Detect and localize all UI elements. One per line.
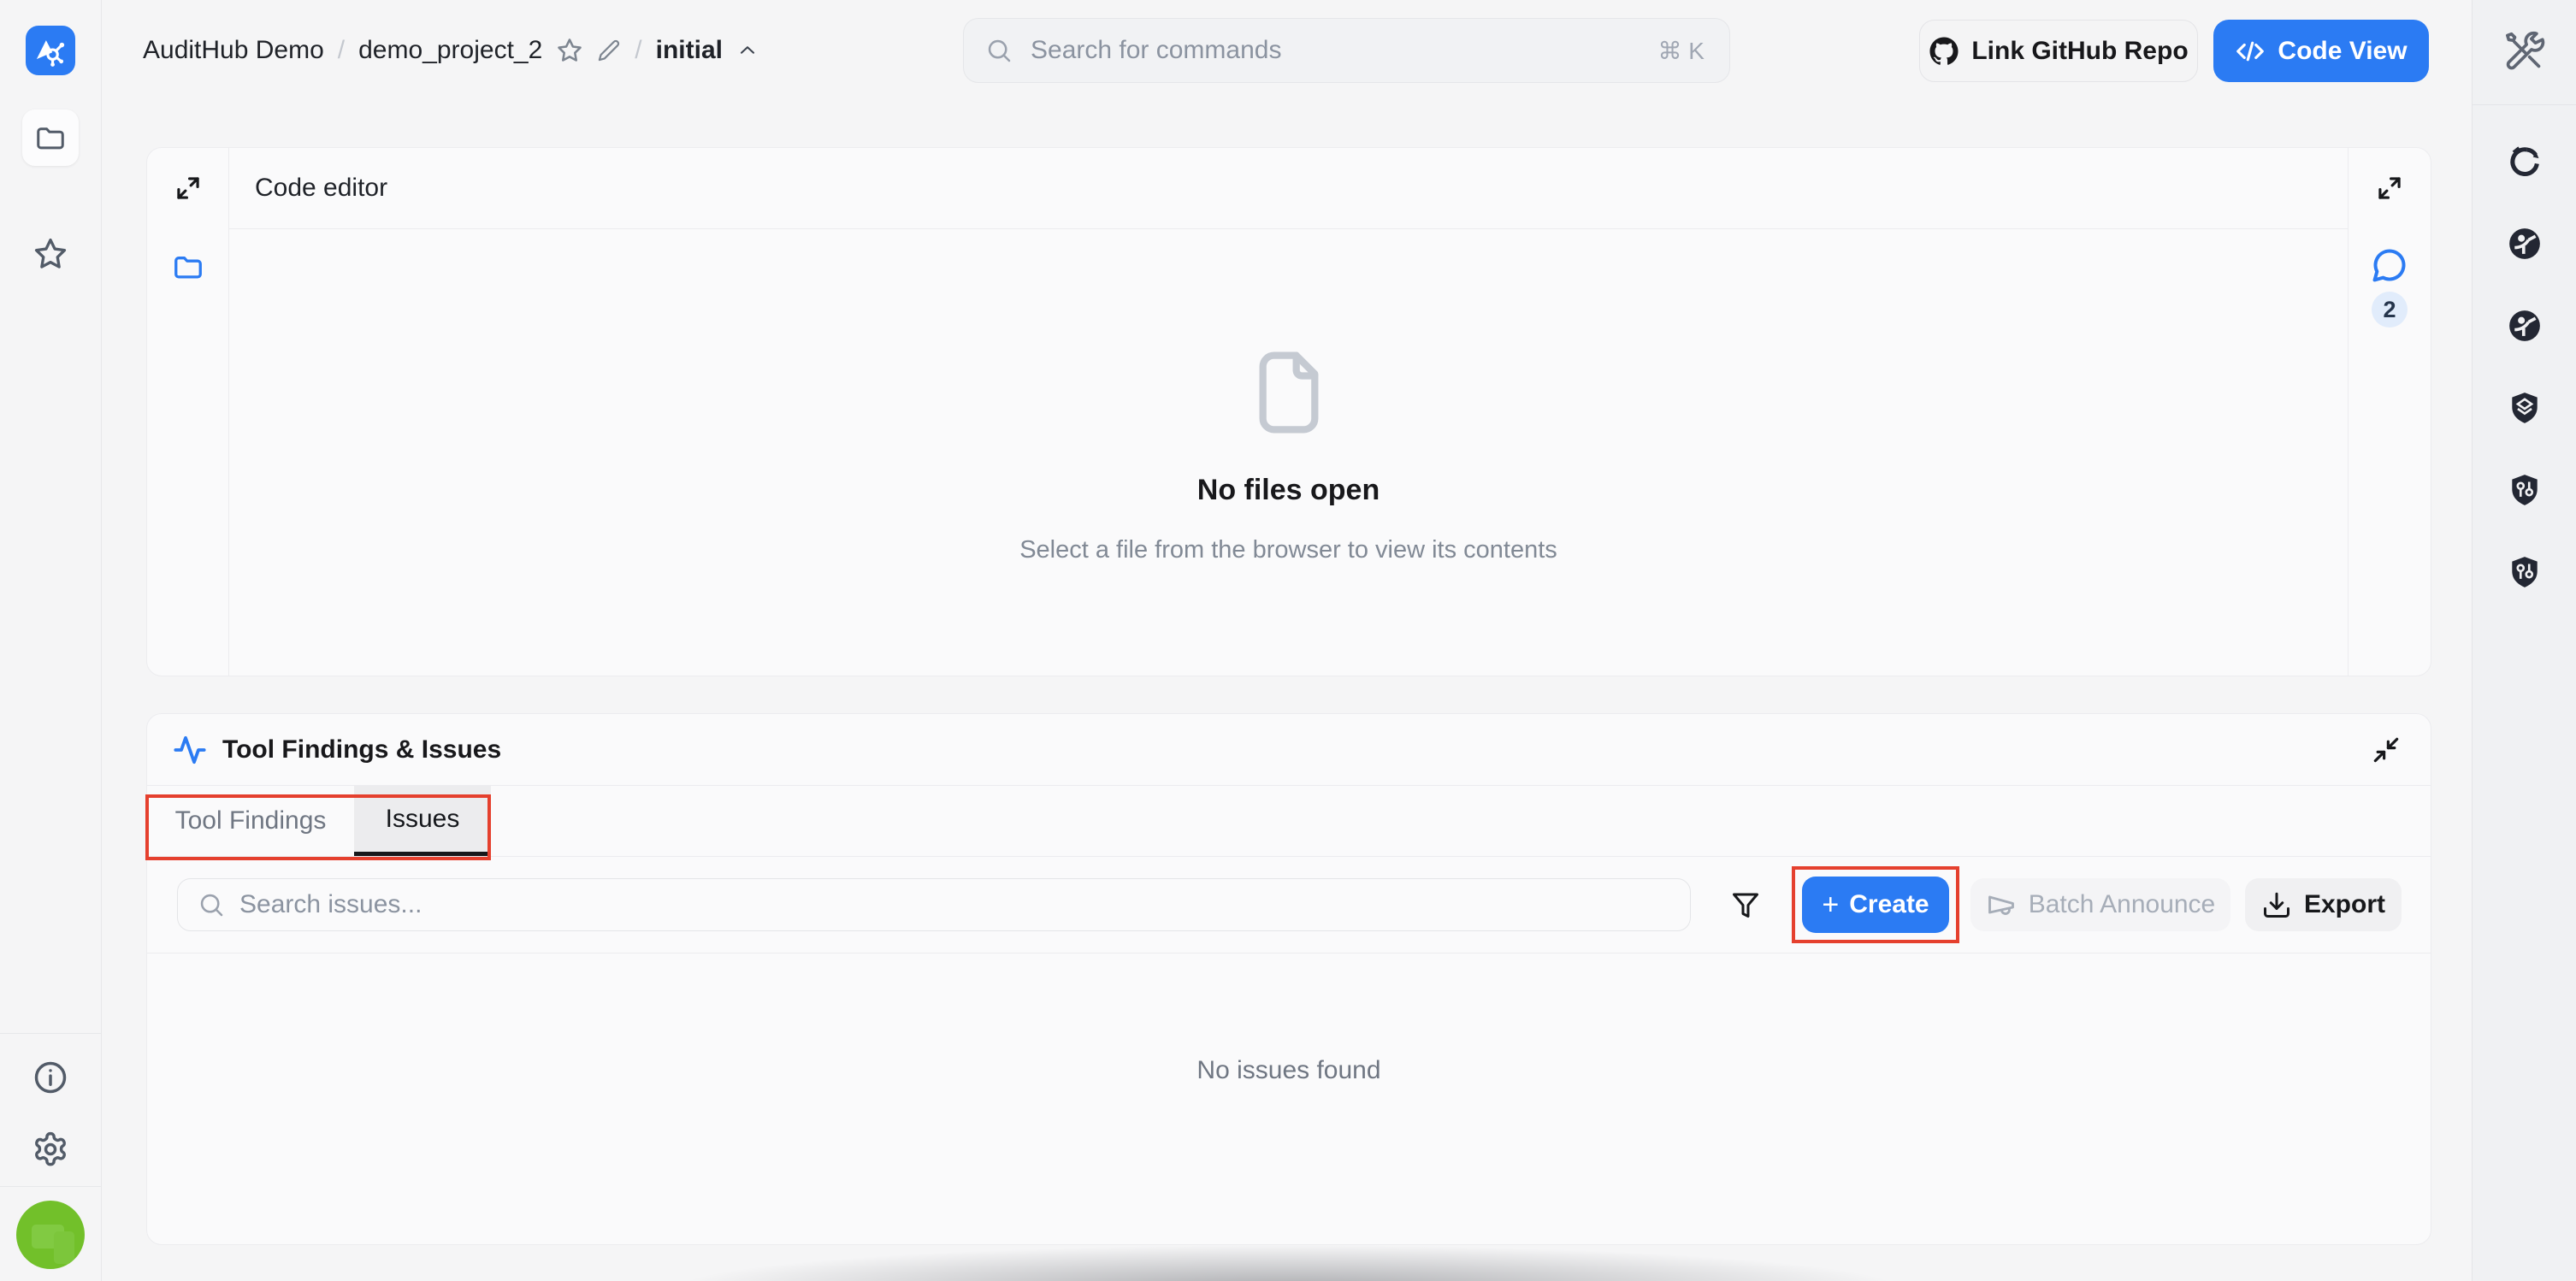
activity-pulse-icon xyxy=(173,733,207,767)
findings-tabs: Tool Findings Issues xyxy=(147,786,2431,857)
comments-count-badge: 2 xyxy=(2372,292,2408,328)
tool-logo-shield-nodes-2[interactable] xyxy=(2507,554,2543,590)
issues-toolbar: + Create Batch Announce Export xyxy=(147,857,2431,953)
file-browser-button[interactable] xyxy=(169,248,207,286)
sidebar-divider xyxy=(0,1186,102,1187)
info-icon xyxy=(32,1059,69,1096)
plus-icon: + xyxy=(1822,890,1839,919)
settings-button[interactable] xyxy=(22,1121,79,1178)
breadcrumb: AuditHub Demo / demo_project_2 / initial xyxy=(143,0,759,101)
edit-pencil-icon[interactable] xyxy=(597,38,621,62)
user-avatar[interactable] xyxy=(16,1201,85,1269)
link-github-button[interactable]: Link GitHub Repo xyxy=(1919,20,2198,82)
search-icon xyxy=(198,891,225,918)
chevron-up-icon[interactable] xyxy=(736,39,759,62)
folder-icon xyxy=(172,251,204,283)
issues-search-input[interactable] xyxy=(177,878,1691,931)
info-button[interactable] xyxy=(22,1049,79,1106)
findings-panel-title: Tool Findings & Issues xyxy=(222,735,501,764)
tab-issues-label: Issues xyxy=(386,805,460,834)
create-issue-label: Create xyxy=(1849,890,1929,919)
breadcrumb-separator: / xyxy=(635,36,641,65)
link-github-label: Link GitHub Repo xyxy=(1971,37,2188,66)
create-issue-button[interactable]: + Create xyxy=(1802,877,1949,933)
editor-left-strip xyxy=(147,148,229,676)
right-tool-rail xyxy=(2472,0,2576,1281)
comments-button[interactable] xyxy=(2371,246,2408,284)
export-label: Export xyxy=(2304,890,2385,919)
code-editor-panel: Code editor No files open Select a file … xyxy=(146,147,2431,676)
folder-icon xyxy=(34,121,67,154)
shortcut-hint: ⌘ K xyxy=(1658,18,1705,83)
code-icon xyxy=(2235,36,2266,67)
batch-announce-label: Batch Announce xyxy=(2029,890,2216,919)
breadcrumb-org[interactable]: AuditHub Demo xyxy=(143,36,324,65)
favorite-star-icon[interactable] xyxy=(556,37,583,64)
audithub-logo-icon xyxy=(32,32,69,69)
app-logo[interactable] xyxy=(26,26,75,75)
star-icon xyxy=(32,236,68,272)
filter-funnel-icon xyxy=(1730,889,1761,920)
empty-state-title: No files open xyxy=(1197,474,1380,507)
expand-panel-button[interactable] xyxy=(169,169,207,207)
download-icon xyxy=(2261,889,2292,920)
sidebar-item-files[interactable] xyxy=(22,109,79,166)
bottom-edge-shadow xyxy=(513,1240,2063,1281)
command-search: ⌘ K xyxy=(963,18,1730,83)
megaphone-icon xyxy=(1986,889,2017,920)
wrench-screwdriver-icon xyxy=(2502,30,2547,74)
code-view-button[interactable]: Code View xyxy=(2213,20,2429,82)
editor-panel-header: Code editor xyxy=(229,148,2348,229)
tools-button[interactable] xyxy=(2473,0,2576,105)
batch-announce-button[interactable]: Batch Announce xyxy=(1970,878,2230,931)
expand-icon xyxy=(172,172,204,204)
breadcrumb-project[interactable]: demo_project_2 xyxy=(358,36,542,65)
search-icon xyxy=(985,37,1013,64)
tool-logo-cat-refresh[interactable] xyxy=(2507,144,2543,180)
editor-right-strip: 2 xyxy=(2348,148,2431,676)
tool-logo-shield-nodes-1[interactable] xyxy=(2507,472,2543,508)
left-sidebar xyxy=(0,0,102,1281)
findings-issues-panel: Tool Findings & Issues Tool Findings Iss… xyxy=(146,713,2431,1245)
tool-logo-shield-diamond[interactable] xyxy=(2507,390,2543,426)
top-bar: AuditHub Demo / demo_project_2 / initial xyxy=(102,0,2472,101)
code-view-label: Code View xyxy=(2278,37,2407,66)
expand-icon xyxy=(2373,172,2406,204)
file-icon xyxy=(1244,340,1333,445)
tool-logo-person-circle-1[interactable] xyxy=(2507,226,2543,262)
issues-search xyxy=(177,878,1691,931)
tab-tool-findings-label: Tool Findings xyxy=(175,806,327,835)
tab-issues[interactable]: Issues xyxy=(354,786,491,856)
breadcrumb-branch[interactable]: initial xyxy=(656,36,723,65)
filter-button[interactable] xyxy=(1727,886,1764,924)
editor-panel-title: Code editor xyxy=(255,174,387,203)
issues-empty-state: No issues found xyxy=(147,953,2431,1244)
expand-panel-button[interactable] xyxy=(2371,169,2408,207)
sidebar-item-favorites[interactable] xyxy=(22,226,79,282)
tab-tool-findings[interactable]: Tool Findings xyxy=(147,786,354,856)
tool-logo-person-circle-2[interactable] xyxy=(2507,308,2543,344)
export-button[interactable]: Export xyxy=(2245,878,2402,931)
editor-empty-state: No files open Select a file from the bro… xyxy=(229,229,2348,676)
findings-panel-header: Tool Findings & Issues xyxy=(147,714,2431,786)
app-window: AuditHub Demo / demo_project_2 / initial xyxy=(0,0,2576,1281)
gear-icon xyxy=(32,1130,69,1168)
collapse-icon xyxy=(2370,734,2402,766)
chat-bubble-icon xyxy=(2371,246,2408,284)
collapse-panel-button[interactable] xyxy=(2367,731,2405,769)
empty-state-subtitle: Select a file from the browser to view i… xyxy=(1019,536,1557,564)
issues-empty-text: No issues found xyxy=(1196,1056,1380,1085)
command-search-input[interactable] xyxy=(963,18,1730,83)
breadcrumb-separator: / xyxy=(338,36,345,65)
github-icon xyxy=(1929,36,1959,67)
